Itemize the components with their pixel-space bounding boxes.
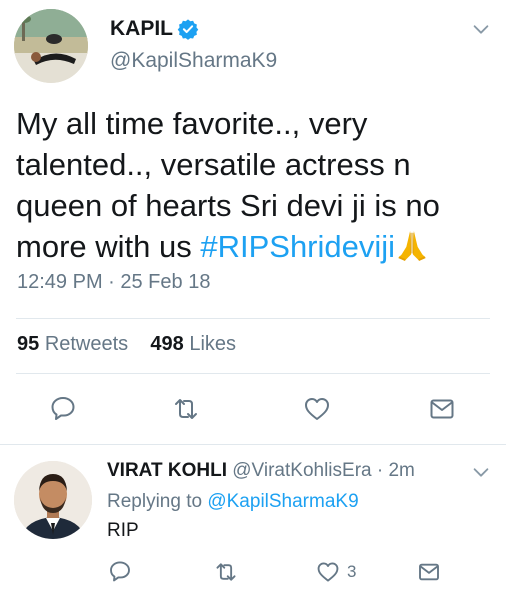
avatar-photo xyxy=(14,461,92,539)
chevron-down-icon[interactable] xyxy=(470,18,492,40)
reply-text: RIP xyxy=(107,520,139,541)
reply-icon[interactable] xyxy=(108,559,132,583)
reply-header: VIRAT KOHLI @ViratKohlisEra · 2m xyxy=(107,460,415,482)
avatar-photo xyxy=(14,9,88,83)
tweet-timestamp[interactable]: 12:49 PM · 25 Feb 18 xyxy=(17,271,210,294)
replying-to-mention[interactable]: @KapilSharmaK9 xyxy=(207,491,358,512)
divider xyxy=(16,373,490,374)
folded-hands-emoji xyxy=(398,230,426,261)
retweet-icon[interactable] xyxy=(172,395,200,423)
likes-stat[interactable]: 498 Likes xyxy=(150,333,236,355)
envelope-icon[interactable] xyxy=(417,560,441,584)
reply-author-avatar[interactable] xyxy=(14,461,92,539)
verified-badge-icon xyxy=(177,19,199,40)
author-handle[interactable]: @KapilSharmaK9 xyxy=(110,49,277,73)
reply-like-count: 3 xyxy=(347,562,357,581)
tweet-text: My all time favorite.., very talented..,… xyxy=(16,103,476,267)
retweet-icon[interactable] xyxy=(214,560,238,584)
likes-label: Likes xyxy=(189,333,237,355)
retweets-stat[interactable]: 95 Retweets xyxy=(17,333,128,355)
author-avatar[interactable] xyxy=(14,9,88,83)
replying-to: Replying to @KapilSharmaK9 xyxy=(107,491,359,513)
envelope-icon[interactable] xyxy=(428,395,456,423)
likes-count: 498 xyxy=(150,333,184,355)
heart-icon[interactable] xyxy=(316,560,340,584)
tweet-stats: 95 Retweets 498 Likes xyxy=(17,333,236,356)
reply-icon[interactable] xyxy=(49,394,77,422)
heart-icon[interactable] xyxy=(303,395,331,423)
replying-to-label: Replying to xyxy=(107,491,203,512)
retweets-count: 95 xyxy=(17,333,40,355)
author-name[interactable]: KAPIL xyxy=(110,17,173,41)
divider xyxy=(16,318,490,319)
reply-author-name[interactable]: VIRAT KOHLI xyxy=(107,460,227,481)
reply-author-meta[interactable]: @ViratKohlisEra · 2m xyxy=(232,460,415,481)
chevron-down-icon[interactable] xyxy=(470,461,492,483)
hashtag-link[interactable]: #RIPShrideviji xyxy=(200,229,395,264)
retweets-label: Retweets xyxy=(44,333,129,355)
divider xyxy=(0,444,506,445)
